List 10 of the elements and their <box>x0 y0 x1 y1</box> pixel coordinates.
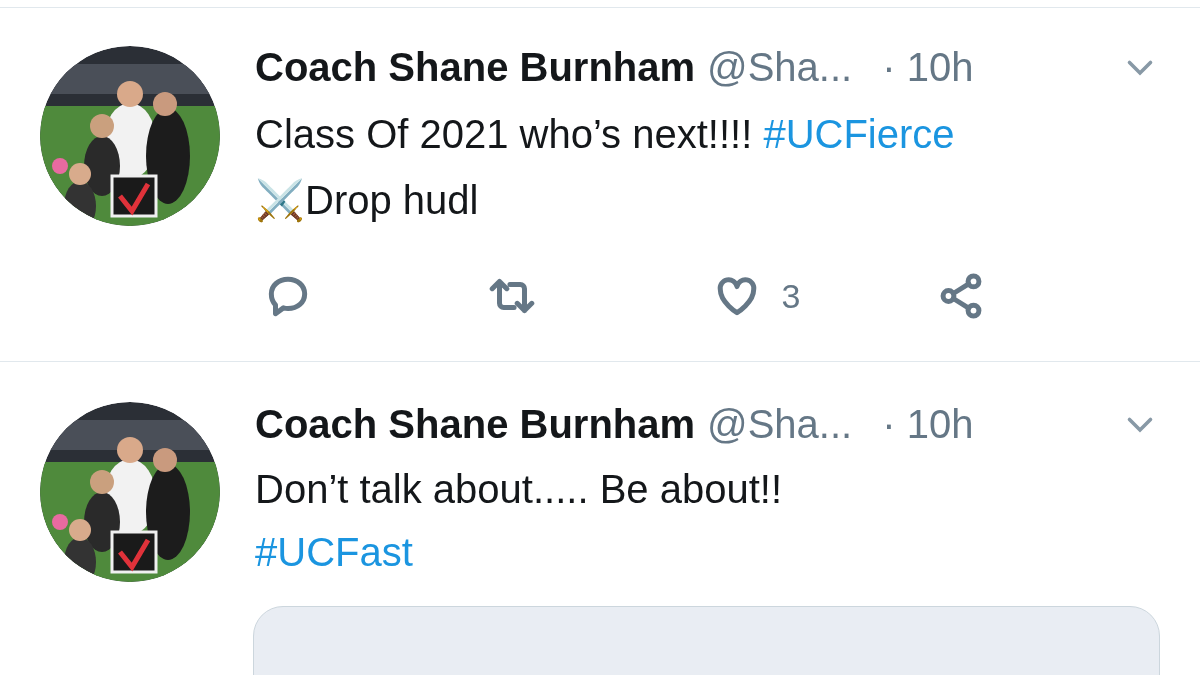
author-name[interactable]: Coach Shane Burnham <box>255 394 696 454</box>
tweet-text: Class Of 2021 who’s next!!!! <box>255 112 754 156</box>
author-handle: @Sha... <box>707 401 853 448</box>
tweet-text: ⚔Drop hudl <box>255 178 479 222</box>
like-count: 3 <box>781 275 801 317</box>
author-name[interactable]: Coach Shane Burnham <box>255 37 696 97</box>
tweet-time: · 10h <box>882 401 974 448</box>
tweet-text: Don’t talk about..... Be about!! <box>255 467 782 511</box>
tweet-time: · 10h <box>882 44 974 91</box>
author-handle: @Sha... <box>707 44 853 91</box>
